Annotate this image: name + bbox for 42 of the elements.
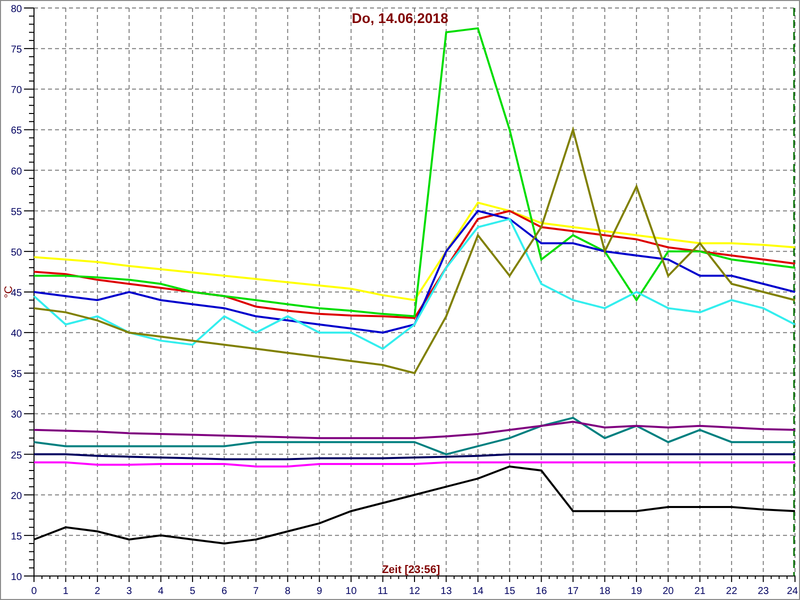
- tick-label: 7: [253, 586, 259, 597]
- tick-label: 15: [10, 531, 22, 542]
- tick-label: 30: [10, 410, 22, 421]
- x-axis-label: Zeit [23:56]: [382, 564, 440, 576]
- tick-label: 17: [567, 586, 579, 597]
- tick-label: 1: [62, 586, 68, 597]
- tick-label: 23: [758, 586, 769, 597]
- tick-label: 25: [10, 450, 22, 462]
- tick-label: 24: [786, 586, 798, 597]
- tick-label: 50: [10, 247, 22, 258]
- tick-label: 80: [10, 4, 22, 15]
- tick-label: 65: [10, 126, 22, 137]
- tick-label: 12: [408, 586, 420, 597]
- tick-label: 75: [10, 44, 22, 56]
- tick-label: 19: [630, 586, 642, 597]
- tick-label: 22: [726, 586, 738, 597]
- tick-label: 20: [662, 586, 674, 597]
- tick-label: 16: [536, 586, 547, 597]
- tick-label: 10: [10, 572, 22, 583]
- tick-label: 21: [694, 586, 706, 597]
- tick-label: 18: [599, 586, 610, 597]
- tick-label: 60: [10, 166, 22, 178]
- tick-label: 9: [316, 586, 322, 597]
- tick-label: 3: [126, 586, 132, 597]
- tick-label: 8: [284, 586, 290, 597]
- tick-label: 4: [158, 586, 164, 597]
- tick-label: 45: [10, 288, 22, 299]
- tick-label: 2: [94, 586, 100, 597]
- tick-label: 0: [31, 586, 37, 597]
- tick-label: 35: [10, 369, 22, 380]
- tick-label: 70: [10, 85, 22, 96]
- tick-label: 55: [10, 206, 22, 218]
- tick-label: 15: [504, 586, 516, 597]
- tick-label: 10: [346, 586, 357, 597]
- chart-title: Do, 14.06.2018: [352, 10, 448, 26]
- tick-label: 5: [190, 586, 196, 597]
- tick-label: 20: [10, 490, 22, 502]
- tick-label: 14: [472, 586, 484, 597]
- tick-label: 11: [378, 586, 388, 597]
- tick-label: 6: [221, 586, 228, 597]
- tick-label: 13: [440, 586, 452, 597]
- tick-label: 40: [10, 328, 22, 340]
